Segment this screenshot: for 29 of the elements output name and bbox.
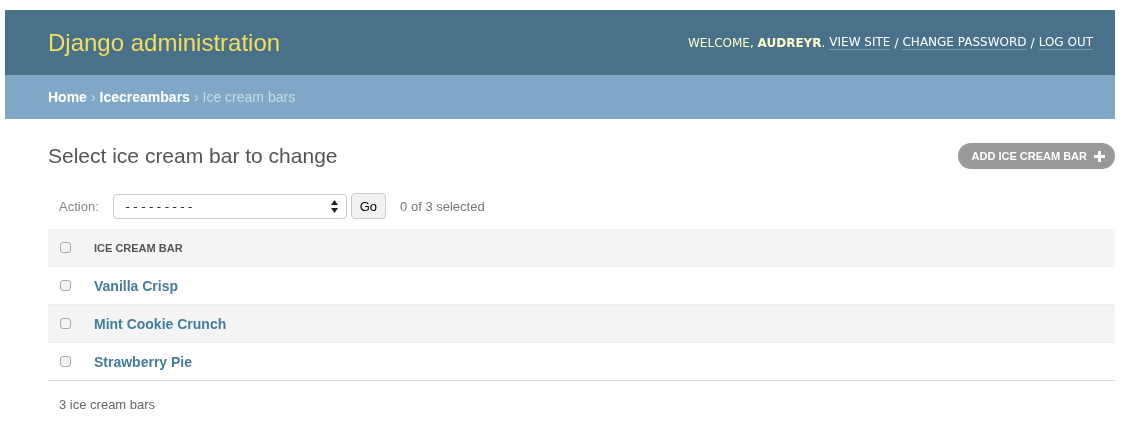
row-link[interactable]: Mint Cookie Crunch xyxy=(94,315,227,332)
action-select[interactable]: --------- xyxy=(112,193,347,219)
action-label: Action: xyxy=(59,198,99,214)
welcome-text: WELCOME, AUDREYR. xyxy=(688,35,826,50)
breadcrumb-separator: › xyxy=(90,89,96,105)
updown-icon xyxy=(330,199,338,213)
row-checkbox[interactable] xyxy=(60,318,71,329)
select-all-checkbox[interactable] xyxy=(60,242,71,253)
add-button[interactable]: ADD ICE CREAM BAR xyxy=(957,143,1115,169)
header-link[interactable]: VIEW SITE xyxy=(829,35,891,50)
header-link[interactable]: LOG OUT xyxy=(1038,35,1093,50)
link-separator: / xyxy=(1030,35,1035,50)
breadcrumb-separator: › xyxy=(193,89,199,105)
breadcrumb-link[interactable]: Icecreambars xyxy=(99,89,190,105)
plus-icon xyxy=(1094,150,1105,162)
go-button[interactable]: Go xyxy=(350,193,387,219)
result-count: 3 ice cream bars xyxy=(58,396,157,412)
breadcrumb-current: Ice cream bars xyxy=(202,89,296,105)
row-checkbox[interactable] xyxy=(60,356,71,367)
row-link[interactable]: Strawberry Pie xyxy=(94,353,193,370)
row-checkbox[interactable] xyxy=(60,280,71,291)
site-title[interactable]: Django administration xyxy=(48,28,281,57)
column-header[interactable]: ICE CREAM BAR xyxy=(94,241,183,254)
row-link[interactable]: Vanilla Crisp xyxy=(94,277,179,294)
selected-count: 0 of 3 selected xyxy=(400,198,485,214)
header-link[interactable]: CHANGE PASSWORD xyxy=(902,35,1027,50)
link-separator: / xyxy=(894,35,899,50)
breadcrumb-link[interactable]: Home xyxy=(48,89,87,105)
page-title: Select ice cream bar to change xyxy=(48,144,338,168)
